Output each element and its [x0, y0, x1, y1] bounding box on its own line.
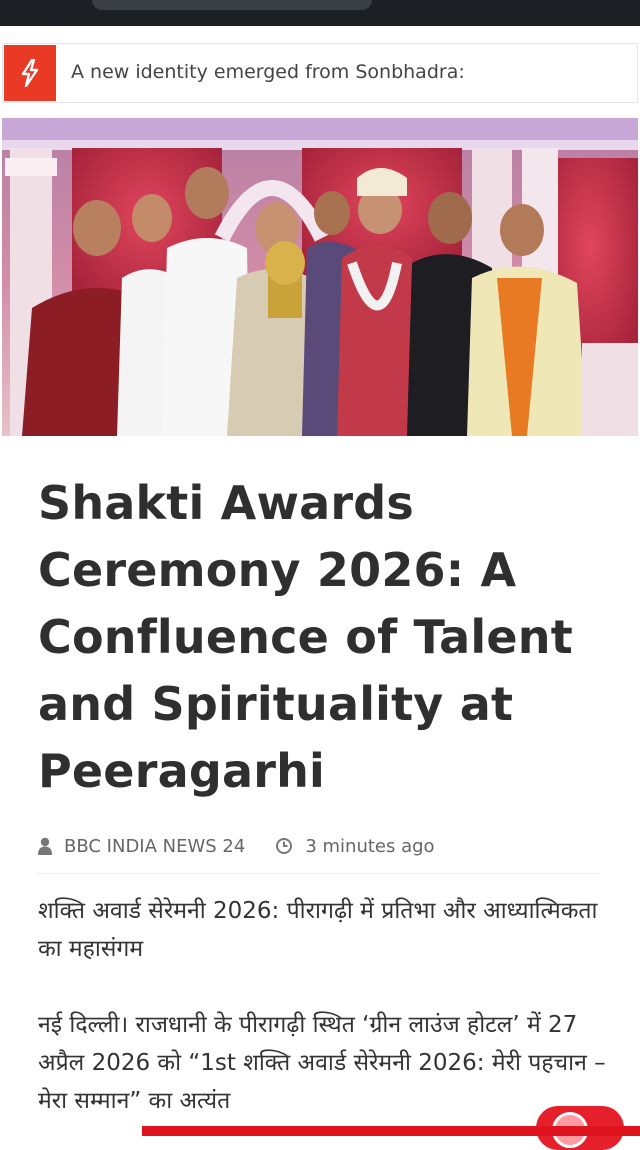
clock-icon — [275, 837, 293, 855]
notch — [92, 0, 372, 10]
bottom-banner[interactable] — [142, 1126, 640, 1136]
status-bar — [0, 0, 640, 26]
article-subtitle: शक्ति अवार्ड सेरेमनी 2026: पीरागढ़ी में … — [38, 898, 598, 962]
author-link[interactable]: BBC INDIA NEWS 24 — [64, 836, 245, 857]
article: Shakti Awards Ceremony 2026: A Confluenc… — [38, 470, 608, 1120]
breaking-news-ticker[interactable]: A new identity emerged from Sonbhadra: — [2, 43, 638, 103]
user-icon — [38, 837, 52, 855]
article-headline: Shakti Awards Ceremony 2026: A Confluenc… — [38, 476, 573, 798]
lightning-icon — [4, 45, 56, 101]
article-body: नई दिल्ली। राजधानी के पीरागढ़ी स्थित ‘ग्… — [38, 1012, 606, 1114]
publish-time: 3 minutes ago — [305, 835, 435, 857]
hero-image — [2, 118, 638, 436]
article-meta: BBC INDIA NEWS 24 3 minutes ago — [38, 831, 600, 874]
ticker-headline[interactable]: A new identity emerged from Sonbhadra: — [71, 61, 465, 83]
